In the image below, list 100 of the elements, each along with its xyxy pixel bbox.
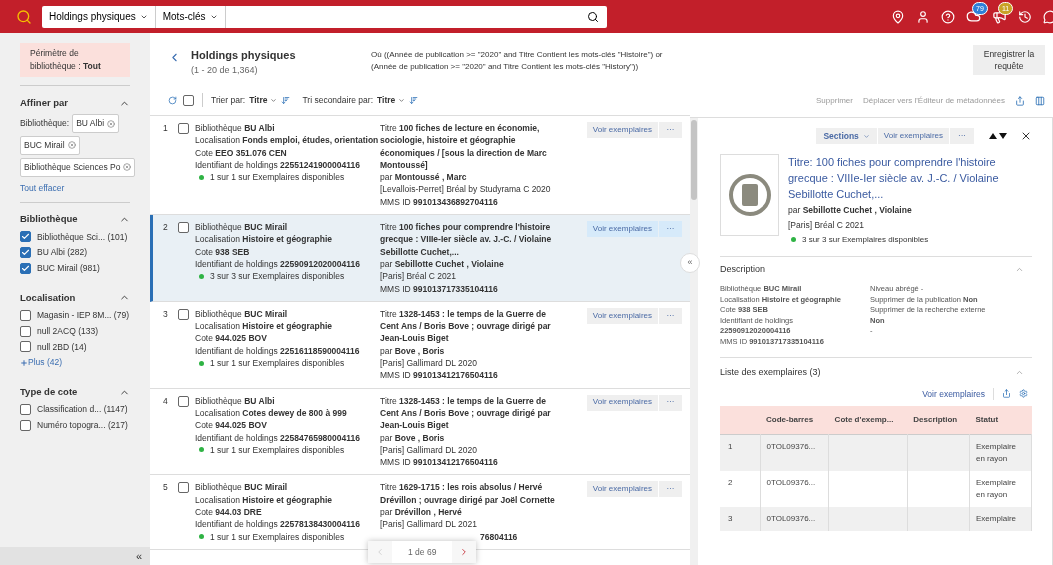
- filter-chip[interactable]: BUC Mirail: [20, 136, 80, 155]
- column-header[interactable]: Description: [907, 406, 970, 435]
- collapse-button[interactable]: «: [135, 550, 142, 562]
- checkbox[interactable]: [20, 341, 31, 353]
- holding-field: Identifiant de holdings 22551241900004116: [195, 158, 378, 172]
- table-cell: [748, 434, 760, 471]
- results-title: Holdings physiques: [191, 48, 297, 63]
- caret-icon: [270, 96, 278, 104]
- sections-dropdown[interactable]: Sections: [816, 128, 877, 144]
- table-cell: [907, 434, 970, 471]
- more-button[interactable]: ···: [659, 307, 682, 324]
- clear-link[interactable]: Tout effacer: [20, 181, 130, 195]
- more-button[interactable]: ···: [950, 128, 974, 144]
- table-cell: [748, 470, 760, 507]
- checkbox[interactable]: [178, 123, 189, 134]
- table-cell: [748, 506, 760, 531]
- checkbox[interactable]: [20, 404, 31, 416]
- row-number: 1: [720, 434, 748, 471]
- checkbox[interactable]: [20, 262, 31, 274]
- column-header[interactable]: Cote d'exemp...: [828, 406, 908, 435]
- header-cell: [720, 406, 748, 435]
- facet-option[interactable]: Classification d... (1147): [37, 403, 128, 416]
- checkbox[interactable]: [20, 309, 31, 321]
- sort-order-icon[interactable]: [409, 95, 419, 105]
- checkbox[interactable]: [178, 395, 189, 407]
- close-icon[interactable]: [1020, 130, 1032, 142]
- more-button[interactable]: ···: [659, 122, 682, 138]
- facet-option[interactable]: BU Albi (282): [37, 246, 88, 259]
- checkbox[interactable]: [183, 94, 194, 106]
- table-cell: Exemplaire en rayon: [969, 434, 1032, 471]
- facet-title: Bibliothèque: [20, 212, 78, 227]
- title-field: MMS ID 991013436892704116: [380, 195, 558, 209]
- caret-icon: [398, 96, 406, 104]
- view-items-button[interactable]: Voir exemplaires: [586, 221, 658, 238]
- column-header[interactable]: Statut: [969, 406, 1032, 435]
- row-number: 2: [720, 470, 748, 507]
- help-icon[interactable]: [941, 9, 955, 24]
- checkbox[interactable]: [20, 247, 31, 259]
- search-icon[interactable]: [587, 10, 599, 23]
- record-title[interactable]: Titre: 100 fiches pour comprendre l'histoire grecque : VIIIe-Ier siècle av. J.-C. / Violaine Sebillotte Cuchet,...: [788, 154, 1032, 202]
- availability-text: 1 sur 1 sur Exemplaires disponibles: [210, 357, 345, 370]
- checkbox[interactable]: [178, 222, 189, 234]
- scrollbar-thumb[interactable]: [691, 120, 697, 200]
- chat-icon[interactable]: [1043, 9, 1053, 24]
- table-cell: 0TOL09376...: [760, 470, 829, 507]
- settings-icon[interactable]: [1019, 389, 1028, 399]
- field-dropdown[interactable]: Mots-clés: [155, 5, 226, 28]
- sort-label: Trier par:: [211, 93, 246, 107]
- up-down-arrows-icon[interactable]: [989, 133, 1007, 139]
- title-field: par Sebillotte Cuchet , Violaine: [380, 257, 558, 271]
- holding-field: Bibliothèque BU Albi: [195, 394, 378, 407]
- filter-chip[interactable]: Bibliothèque Sciences Po: [20, 157, 136, 177]
- scope-dropdown[interactable]: Holdings physiques: [42, 5, 156, 28]
- holding-field: Identifiant de holdings 22590912020004116: [195, 257, 378, 271]
- refresh-icon[interactable]: [168, 95, 177, 105]
- facet-option[interactable]: Numéro topogra... (217): [37, 419, 128, 432]
- facet-option[interactable]: Magasin - IEP 8M... (79): [37, 309, 129, 322]
- holding-field: Cote 944.025 BOV: [195, 419, 378, 432]
- checkbox[interactable]: [178, 482, 189, 494]
- facet-option[interactable]: null 2ACQ (133): [37, 324, 98, 338]
- checkbox[interactable]: [20, 419, 31, 431]
- logo-icon: [16, 8, 32, 25]
- notification-icon[interactable]: [992, 9, 1007, 24]
- columns-icon[interactable]: [1035, 96, 1045, 106]
- history-icon[interactable]: [1018, 9, 1032, 24]
- view-items-link[interactable]: Voir exemplaires: [922, 387, 994, 401]
- column-header[interactable]: Code-barres: [760, 406, 829, 435]
- checkbox[interactable]: [20, 231, 31, 243]
- query-text: Où ((Année de publication >= "2020" and Titre Contient les mots-clés "Histoire") or (Année de publication >= "2020" and Titre Contient les mots-clés "History")): [371, 49, 664, 73]
- sort-dropdown[interactable]: Titre: [249, 93, 278, 107]
- facet-option[interactable]: null 2BD (14): [37, 340, 87, 354]
- availability-text: 1 sur 1 sur Exemplaires disponibles: [210, 443, 345, 457]
- view-items-button[interactable]: Voir exemplaires: [586, 122, 658, 138]
- sort-dropdown[interactable]: Titre: [377, 93, 406, 107]
- sort-order-icon[interactable]: [281, 95, 291, 105]
- more-button[interactable]: ···: [659, 221, 682, 238]
- checkbox[interactable]: [178, 308, 189, 320]
- location-icon[interactable]: [891, 9, 905, 24]
- result-row[interactable]: [150, 215, 690, 302]
- user-icon[interactable]: [916, 9, 930, 24]
- export-icon[interactable]: [1015, 96, 1025, 106]
- view-items-button[interactable]: Voir exemplaires: [586, 481, 658, 498]
- filter-chip[interactable]: BU Albi: [72, 114, 120, 133]
- save-query-button[interactable]: Enregistrer la requête: [973, 45, 1045, 75]
- more-button[interactable]: ···: [659, 481, 682, 498]
- title-field: par Bove , Boris: [380, 344, 558, 358]
- row-number: 1: [163, 122, 169, 135]
- checkbox[interactable]: [20, 325, 31, 337]
- facet-option[interactable]: Bibliothèque Sci... (101): [37, 230, 128, 244]
- facet-option[interactable]: BUC Mirail (981): [37, 262, 100, 275]
- more-link[interactable]: Plus (42): [20, 356, 130, 369]
- title-field: [Paris] Gallimard DL 2021: [380, 518, 558, 531]
- export-icon[interactable]: [1002, 389, 1011, 399]
- view-items-button[interactable]: Voir exemplaires: [586, 394, 658, 411]
- more-button[interactable]: ···: [659, 394, 682, 411]
- view-items-button[interactable]: Voir exemplaires: [586, 307, 658, 324]
- holding-field: Bibliothèque BUC Mirail: [195, 307, 378, 321]
- view-items-button[interactable]: Voir exemplaires: [877, 128, 949, 144]
- section-title: Liste des exemplaires (3): [720, 366, 821, 379]
- notification-icon[interactable]: [966, 9, 981, 24]
